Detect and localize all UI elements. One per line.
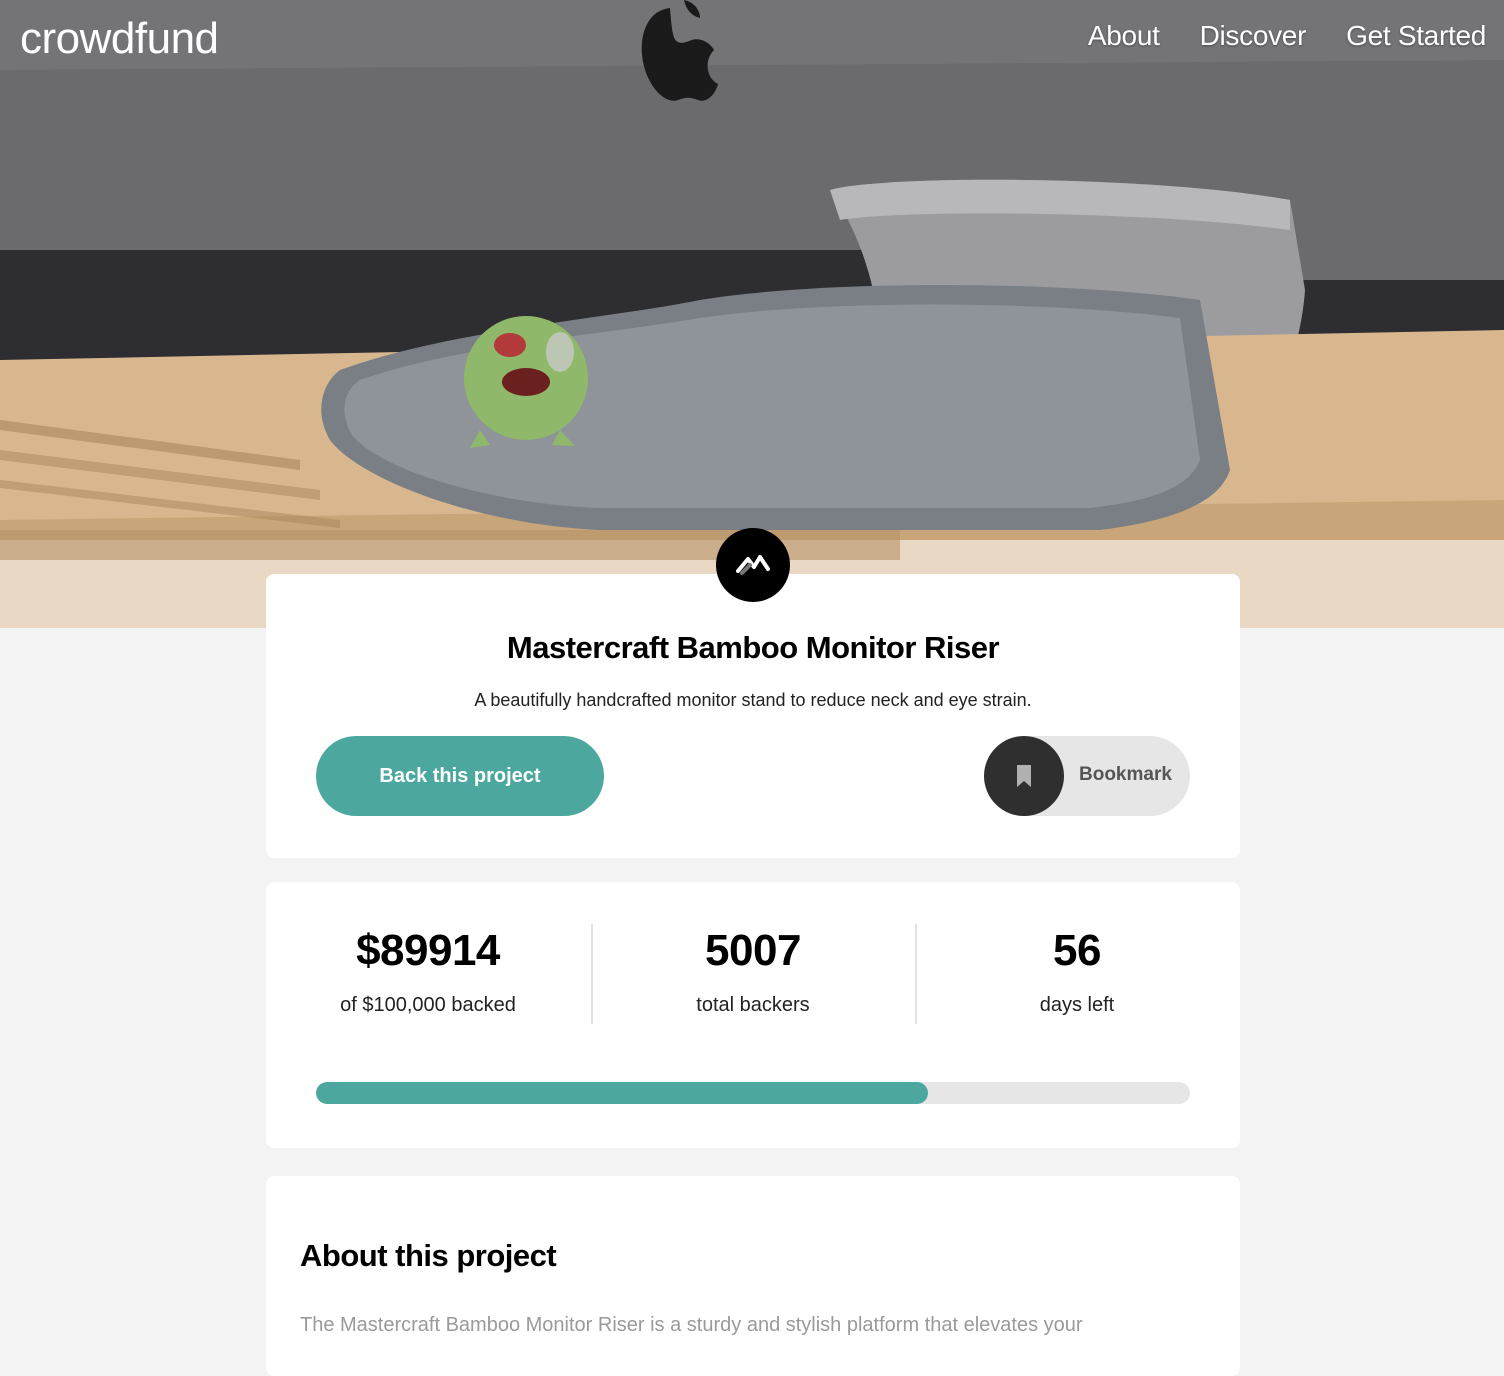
bookmark-button[interactable]: Bookmark — [984, 736, 1190, 816]
project-title: Mastercraft Bamboo Monitor Riser — [506, 630, 1000, 665]
project-subtitle: A beautifully handcrafted monitor stand … — [474, 690, 1032, 710]
funding-progress-bar — [316, 1082, 1190, 1104]
backers-label: total backers — [696, 994, 810, 1016]
about-project-card: About this project The Mastercraft Bambo… — [266, 1176, 1240, 1376]
nav-discover[interactable]: Discover — [1200, 20, 1307, 52]
mastercraft-logo-icon — [716, 528, 790, 602]
stat-backed: $89914 of $100,000 backed — [266, 926, 590, 1017]
brand-logo[interactable]: crowdfund — [20, 14, 219, 64]
nav-about[interactable]: About — [1088, 20, 1160, 52]
funding-progress-fill — [316, 1082, 928, 1104]
backers-count: 5007 — [705, 926, 801, 975]
backed-amount: $89914 — [356, 926, 500, 975]
about-text: The Mastercraft Bamboo Monitor Riser is … — [300, 1314, 1083, 1336]
nav-get-started[interactable]: Get Started — [1346, 20, 1486, 52]
main-nav: About Discover Get Started — [1088, 20, 1486, 52]
days-count: 56 — [1053, 926, 1101, 975]
bookmark-icon — [984, 736, 1064, 816]
days-label: days left — [1039, 994, 1115, 1016]
about-title: About this project — [300, 1238, 557, 1273]
back-project-button[interactable]: Back this project — [316, 736, 604, 816]
stat-days: 56 days left — [915, 926, 1239, 1017]
project-intro-card: Mastercraft Bamboo Monitor Riser A beaut… — [266, 574, 1240, 858]
stat-backers: 5007 total backers — [591, 926, 915, 1017]
bookmark-label: Bookmark — [1079, 764, 1172, 785]
backed-label: of $100,000 backed — [340, 994, 516, 1016]
project-stats-card: $89914 of $100,000 backed 5007 total bac… — [266, 882, 1240, 1148]
